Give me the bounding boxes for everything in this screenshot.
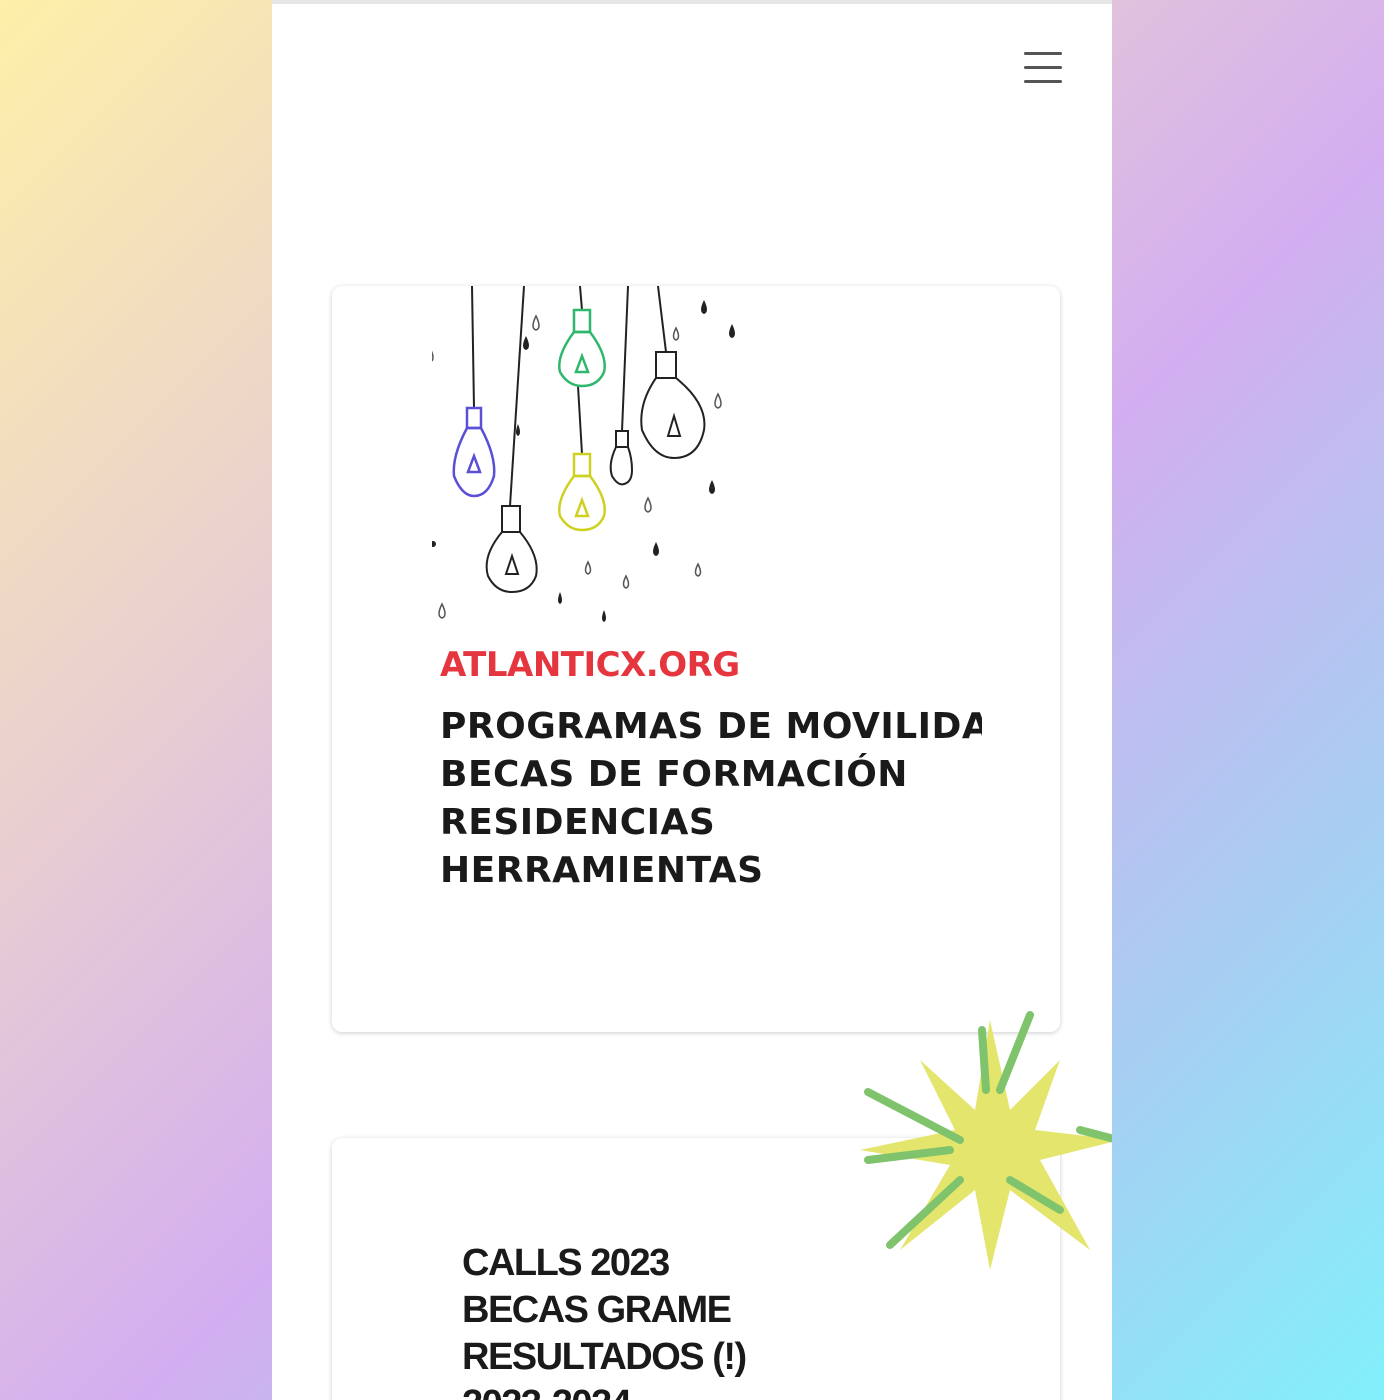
hamburger-menu-button[interactable] — [1020, 48, 1066, 88]
card1-menu: PROGRAMAS DE MOVILIDAD BECAS DE FORMACIÓ… — [440, 703, 982, 895]
menu-icon-bar — [1024, 80, 1062, 83]
menu-icon-bar — [1024, 66, 1062, 69]
starburst-decoration — [860, 1011, 1112, 1270]
menu-item-2023-2024[interactable]: 2023-2024 — [462, 1381, 882, 1400]
menu-item-resultados[interactable]: RESULTADOS (!) — [462, 1334, 882, 1381]
menu-icon-bar — [1024, 52, 1062, 55]
white-bulb-bottom — [485, 505, 538, 594]
white-bulb-large — [640, 351, 706, 460]
lightbulbs-illustration — [432, 286, 735, 622]
menu-item-becas-grame[interactable]: BECAS GRAME — [462, 1287, 882, 1334]
white-bulb-small — [609, 430, 634, 486]
menu-item-calls-2023[interactable]: CALLS 2023 — [462, 1240, 882, 1287]
site-name-link[interactable]: ATLANTICX.ORG — [440, 645, 740, 685]
yellow-bulb — [558, 452, 606, 532]
phone-page: ATLANTICX.ORG PROGRAMAS DE MOVILIDAD BEC… — [272, 0, 1112, 1400]
menu-item-becas-formacion[interactable]: BECAS DE FORMACIÓN — [440, 751, 982, 799]
green-bulb — [558, 308, 606, 388]
menu-item-programas[interactable]: PROGRAMAS DE MOVILIDAD — [440, 703, 982, 751]
menu-item-residencias[interactable]: RESIDENCIAS — [440, 799, 982, 847]
purple-bulb — [452, 406, 496, 498]
card2-menu: CALLS 2023 BECAS GRAME RESULTADOS (!) 20… — [462, 1240, 882, 1400]
menu-item-herramientas[interactable]: HERRAMIENTAS — [440, 847, 982, 895]
